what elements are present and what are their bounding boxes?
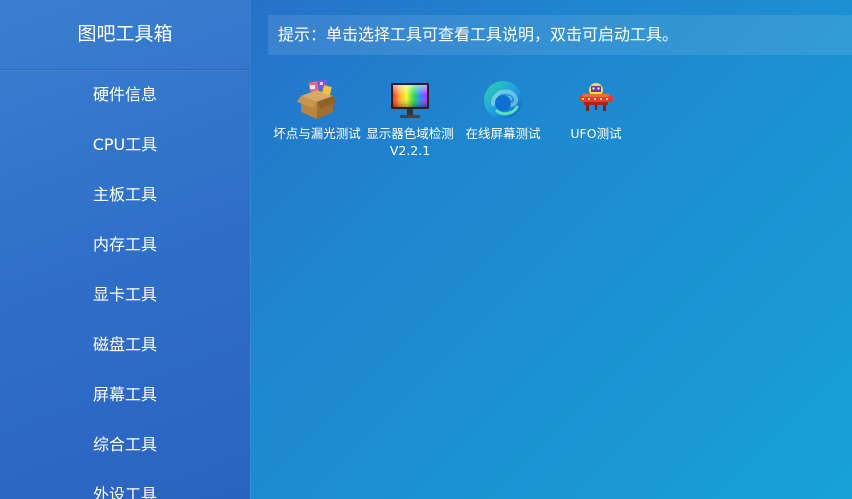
nav-item-gpu-tools[interactable]: 显卡工具 <box>0 270 250 320</box>
app-title: 图吧工具箱 <box>0 0 250 70</box>
nav-item-cpu-tools[interactable]: CPU工具 <box>0 120 250 170</box>
nav-item-general-tools[interactable]: 综合工具 <box>0 420 250 470</box>
tool-label: 坏点与漏光测试 <box>273 126 361 141</box>
nav-item-peripheral-tools[interactable]: 外设工具 <box>0 470 250 499</box>
ufo-icon <box>579 83 613 111</box>
tool-grid: 坏点与漏光测试 显示器色域检测V2.2.1 在线屏幕测试 UFO测试 <box>272 78 644 159</box>
edge-browser-icon <box>484 81 522 119</box>
nav-item-screen-tools[interactable]: 屏幕工具 <box>0 370 250 420</box>
tool-dead-pixel-test[interactable]: 坏点与漏光测试 <box>272 78 362 159</box>
tip-bar: 提示：单击选择工具可查看工具说明，双击可启动工具。 <box>268 15 852 55</box>
tool-label: 显示器色域检测V2.2.1 <box>366 126 454 158</box>
tool-ufo-test[interactable]: UFO测试 <box>551 78 641 159</box>
sidebar: 图吧工具箱 硬件信息 CPU工具 主板工具 内存工具 显卡工具 磁盘工具 屏幕工… <box>0 0 250 499</box>
nav-item-motherboard-tools[interactable]: 主板工具 <box>0 170 250 220</box>
tool-label: UFO测试 <box>570 126 622 141</box>
tool-monitor-gamut-test[interactable]: 显示器色域检测V2.2.1 <box>365 78 455 159</box>
color-monitor-icon <box>391 83 429 118</box>
nav-item-disk-tools[interactable]: 磁盘工具 <box>0 320 250 370</box>
nav-item-memory-tools[interactable]: 内存工具 <box>0 220 250 270</box>
nav-list: 硬件信息 CPU工具 主板工具 内存工具 显卡工具 磁盘工具 屏幕工具 综合工具… <box>0 70 250 499</box>
nav-item-hardware-info[interactable]: 硬件信息 <box>0 70 250 120</box>
tool-online-screen-test[interactable]: 在线屏幕测试 <box>458 78 548 159</box>
cardboard-box-icon <box>297 80 337 119</box>
tool-label: 在线屏幕测试 <box>465 126 541 141</box>
